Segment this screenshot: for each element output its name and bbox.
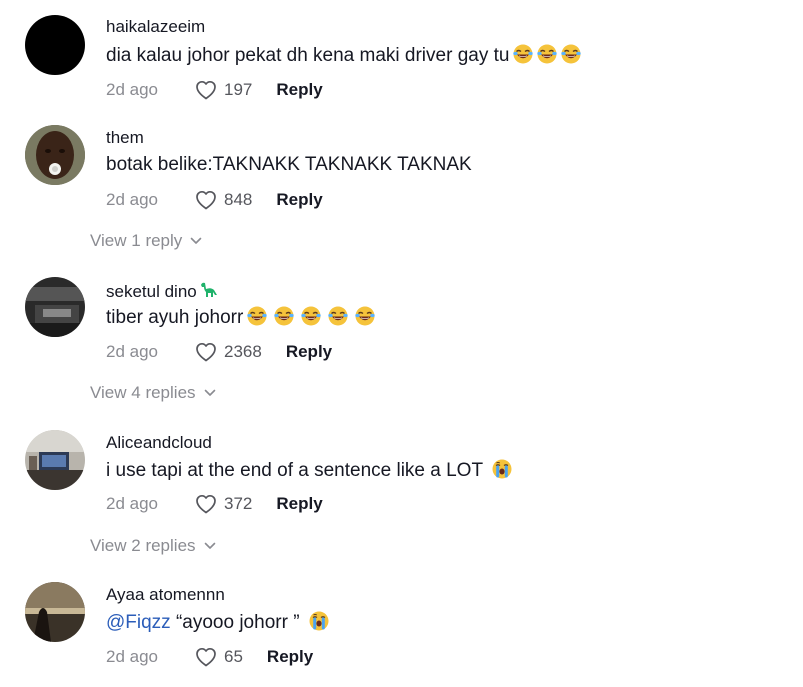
joy-emoji-icon <box>537 44 557 64</box>
like-count: 197 <box>224 80 253 99</box>
comment-text: i use tapi at the end of a sentence like… <box>106 459 512 482</box>
view-replies-label: View 1 reply <box>90 231 183 250</box>
comment-time: 2d ago <box>106 494 158 513</box>
comment-text: dia kalau johor pekat dh kena maki drive… <box>106 44 581 67</box>
reply-button[interactable]: Reply <box>276 190 322 210</box>
comment-text: botak belike:TAKNAKK TAKNAKK TAKNAK <box>106 154 472 175</box>
comment-username[interactable]: them <box>106 128 144 148</box>
heart-icon <box>194 340 218 364</box>
comment-body: i use tapi at the end of a sentence like… <box>106 460 484 481</box>
view-replies-button[interactable]: View 4 replies <box>90 383 216 403</box>
like-button[interactable]: 197 <box>194 78 252 102</box>
like-count: 372 <box>224 494 253 513</box>
joy-emoji-icon <box>513 44 533 64</box>
reply-button[interactable]: Reply <box>276 494 322 514</box>
comment-username[interactable]: Aliceandcloud <box>106 433 212 453</box>
comment-meta: 2d ago 197 Reply <box>106 78 323 102</box>
crying-emoji-icon <box>309 611 329 631</box>
comment-meta: 2d ago 372 Reply <box>106 492 323 516</box>
joy-emoji-icon <box>274 306 294 326</box>
reply-button[interactable]: Reply <box>276 80 322 100</box>
chevron-down-icon <box>204 542 216 550</box>
like-button[interactable]: 65 <box>194 645 243 669</box>
comment-time: 2d ago <box>106 80 158 99</box>
mention-link[interactable]: @Fiqzz <box>106 612 171 633</box>
chevron-down-icon <box>204 389 216 397</box>
view-replies-label: View 4 replies <box>90 383 196 402</box>
avatar[interactable] <box>25 277 85 337</box>
comment-time: 2d ago <box>106 190 158 209</box>
joy-emoji-icon <box>328 306 348 326</box>
avatar-image <box>25 582 85 642</box>
reply-button[interactable]: Reply <box>286 342 332 362</box>
heart-icon <box>194 492 218 516</box>
joy-emoji-icon <box>561 44 581 64</box>
joy-emoji-icon <box>355 306 375 326</box>
avatar[interactable] <box>25 125 85 185</box>
comment-username[interactable]: Ayaa atomennn <box>106 585 225 605</box>
comment-username[interactable]: seketul dino <box>106 281 219 302</box>
like-count: 848 <box>224 190 253 209</box>
heart-icon <box>194 188 218 212</box>
chevron-down-icon <box>190 237 202 245</box>
comment-body: dia kalau johor pekat dh kena maki drive… <box>106 45 510 66</box>
like-button[interactable]: 2368 <box>194 340 262 364</box>
like-count: 2368 <box>224 342 262 361</box>
avatar-image <box>25 430 85 490</box>
crying-emoji-icon <box>492 459 512 479</box>
avatar[interactable] <box>25 430 85 490</box>
avatar-image <box>25 277 85 337</box>
comment-username[interactable]: haikalazeeim <box>106 17 205 37</box>
reply-button[interactable]: Reply <box>267 647 313 667</box>
username-text: seketul dino <box>106 282 197 301</box>
joy-emoji-icon <box>301 306 321 326</box>
comment-body: tiber ayuh johorr <box>106 307 244 328</box>
comment-text: @Fiqzz “ayooo johorr ” <box>106 611 329 634</box>
avatar-image <box>25 125 85 185</box>
comment-time: 2d ago <box>106 647 158 666</box>
avatar[interactable] <box>25 15 85 75</box>
heart-icon <box>194 78 218 102</box>
comment-time: 2d ago <box>106 342 158 361</box>
avatar[interactable] <box>25 582 85 642</box>
like-button[interactable]: 372 <box>194 492 252 516</box>
like-count: 65 <box>224 647 243 666</box>
comment-body: “ayooo johorr ” <box>170 612 300 633</box>
view-replies-button[interactable]: View 1 reply <box>90 231 202 251</box>
dinosaur-icon <box>200 282 217 297</box>
view-replies-label: View 2 replies <box>90 536 196 555</box>
comment-text: tiber ayuh johorr <box>106 306 375 329</box>
heart-icon <box>194 645 218 669</box>
joy-emoji-icon <box>247 306 267 326</box>
view-replies-button[interactable]: View 2 replies <box>90 536 216 556</box>
comment-meta: 2d ago 2368 Reply <box>106 340 332 364</box>
comment-meta: 2d ago 848 Reply <box>106 188 323 212</box>
like-button[interactable]: 848 <box>194 188 252 212</box>
comment-meta: 2d ago 65 Reply <box>106 645 313 669</box>
